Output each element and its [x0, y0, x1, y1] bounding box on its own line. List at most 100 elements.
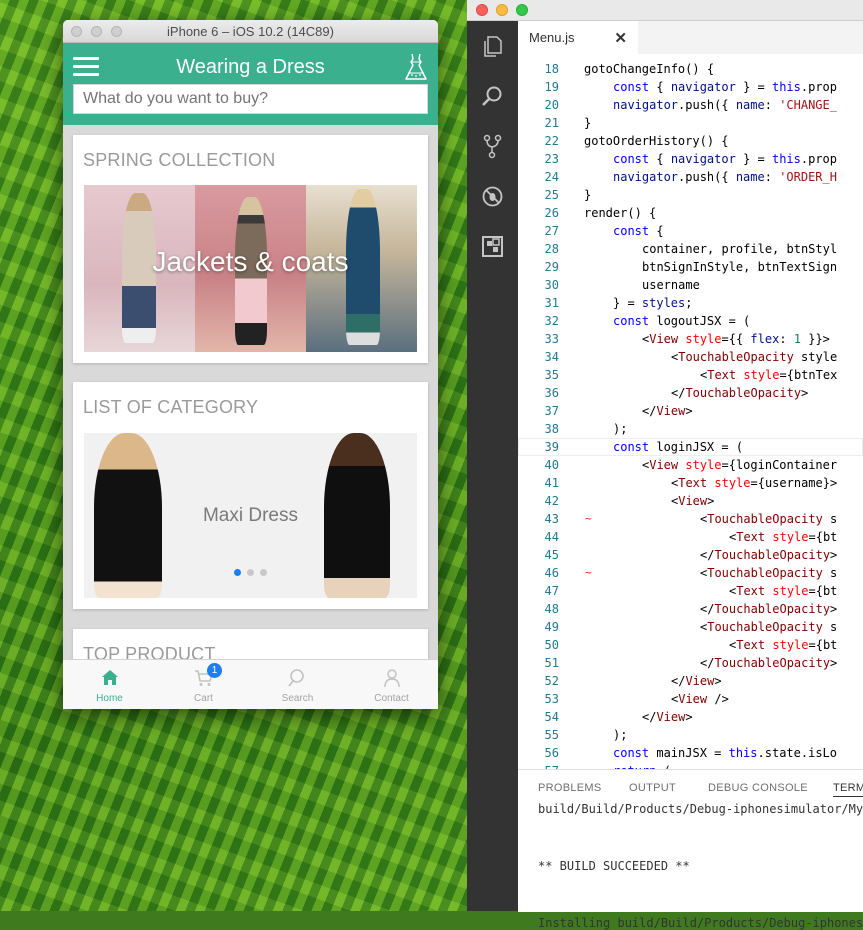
code-line[interactable]: 29 btnSignInStyle, btnTextSign: [518, 258, 863, 276]
code-line[interactable]: 52 </View>: [518, 672, 863, 690]
code-line[interactable]: 53 <View />: [518, 690, 863, 708]
line-number: 43: [544, 512, 559, 526]
spring-collection-banner[interactable]: Jackets & coats: [84, 185, 417, 352]
code-line[interactable]: 26 render() {: [518, 204, 863, 222]
simulator-titlebar: iPhone 6 – iOS 10.2 (14C89): [63, 20, 438, 43]
bottom-panel: PROBLEMS OUTPUT DEBUG CONSOLE TERM build…: [518, 769, 863, 930]
category-banner[interactable]: Maxi Dress: [84, 433, 417, 598]
code-line[interactable]: 45 </TouchableOpacity>: [518, 546, 863, 564]
minimize-window-button[interactable]: [496, 4, 508, 16]
tab-search[interactable]: Search: [251, 660, 344, 709]
code-line[interactable]: 24 navigator.push({ name: 'ORDER_H: [518, 168, 863, 186]
code-line[interactable]: 18 gotoChangeInfo() {: [518, 60, 863, 78]
code-line[interactable]: 39 const loginJSX = (: [518, 438, 863, 456]
code-line[interactable]: 20 navigator.push({ name: 'CHANGE_: [518, 96, 863, 114]
category-card[interactable]: LIST OF CATEGORY Maxi Dress: [73, 382, 428, 609]
code-line[interactable]: 34 <TouchableOpacity style: [518, 348, 863, 366]
editor-tabs: Menu.js ✕: [518, 21, 863, 54]
code-text: gotoOrderHistory() {: [584, 134, 729, 148]
search-input[interactable]: [73, 84, 428, 114]
code-text: <Text style={btnTex: [700, 368, 838, 382]
tab-contact[interactable]: Contact: [345, 660, 438, 709]
files-icon[interactable]: [480, 34, 505, 59]
panel-tab-debug-console[interactable]: DEBUG CONSOLE: [708, 782, 808, 794]
code-line[interactable]: 31} = styles;: [518, 294, 863, 312]
code-text: );: [613, 728, 628, 742]
code-line[interactable]: 37 </View>: [518, 402, 863, 420]
panel-tab-problems[interactable]: PROBLEMS: [538, 782, 602, 794]
editor-area: Menu.js ✕ 18 gotoChangeInfo() {19 const { …: [518, 21, 863, 930]
line-number: 41: [544, 476, 559, 490]
code-line[interactable]: 50 <Text style={bt: [518, 636, 863, 654]
code-line[interactable]: 54 </View>: [518, 708, 863, 726]
code-line[interactable]: 35 <Text style={btnTex: [518, 366, 863, 384]
close-window-button[interactable]: [476, 4, 488, 16]
carousel-dot[interactable]: [247, 569, 254, 576]
code-line[interactable]: 22 gotoOrderHistory() {: [518, 132, 863, 150]
line-number: 21: [544, 116, 559, 130]
code-line[interactable]: 38);: [518, 420, 863, 438]
code-text: const loginJSX = (: [613, 440, 744, 454]
code-line[interactable]: 21}: [518, 114, 863, 132]
tab-cart[interactable]: 1 Cart: [157, 660, 250, 709]
code-line[interactable]: 51 </TouchableOpacity>: [518, 654, 863, 672]
code-line[interactable]: 41 <Text style={username}>: [518, 474, 863, 492]
code-editor[interactable]: 18 gotoChangeInfo() {19 const { navigator …: [518, 60, 863, 770]
carousel-pagination: [84, 563, 417, 581]
code-line[interactable]: 49 <TouchableOpacity s: [518, 618, 863, 636]
line-number: 29: [544, 260, 559, 274]
debug-icon[interactable]: [480, 184, 505, 209]
panel-tab-terminal[interactable]: TERM: [833, 782, 863, 797]
panel-tab-output[interactable]: OUTPUT: [629, 782, 676, 794]
code-text: gotoChangeInfo() {: [584, 62, 715, 76]
app-screen: Wearing a Dress SPRING COLLECTION: [63, 43, 438, 709]
line-number: 30: [544, 278, 559, 292]
terminal-line: build/Build/Products/Debug-iphonesimulat…: [538, 802, 863, 816]
extensions-icon[interactable]: [480, 234, 505, 259]
spring-collection-card[interactable]: SPRING COLLECTION Jackets & coats: [73, 135, 428, 363]
close-icon[interactable]: ✕: [614, 29, 627, 47]
code-line[interactable]: 47 <Text style={bt: [518, 582, 863, 600]
code-line[interactable]: 19 const { navigator } = this.prop: [518, 78, 863, 96]
code-line[interactable]: 32 const logoutJSX = (: [518, 312, 863, 330]
code-line[interactable]: 44 <Text style={bt: [518, 528, 863, 546]
line-number: 55: [544, 728, 559, 742]
simulator-title: iPhone 6 – iOS 10.2 (14C89): [167, 24, 334, 39]
search-icon: [287, 669, 304, 687]
code-line[interactable]: 25}: [518, 186, 863, 204]
carousel-dot[interactable]: [234, 569, 241, 576]
code-line[interactable]: 30 username: [518, 276, 863, 294]
source-control-icon[interactable]: [480, 134, 505, 159]
line-number: 44: [544, 530, 559, 544]
code-line[interactable]: 27 const {: [518, 222, 863, 240]
search-icon[interactable]: [480, 84, 505, 109]
code-line[interactable]: 28 container, profile, btnStyl: [518, 240, 863, 258]
line-number: 47: [544, 584, 559, 598]
code-line[interactable]: 55);: [518, 726, 863, 744]
line-number: 31: [544, 296, 559, 310]
banner-caption: Jackets & coats: [152, 246, 349, 277]
tab-label: Contact: [374, 693, 409, 704]
dress-icon[interactable]: [403, 53, 429, 81]
code-text: <Text style={bt: [729, 530, 838, 544]
code-line[interactable]: 43 <TouchableOpacity s ~: [518, 510, 863, 528]
code-line[interactable]: 33 <View style={{ flex: 1 }}>: [518, 330, 863, 348]
code-line[interactable]: 42 <View>: [518, 492, 863, 510]
home-icon: [101, 670, 118, 685]
carousel-dot[interactable]: [260, 569, 267, 576]
code-line[interactable]: 23 const { navigator } = this.prop: [518, 150, 863, 168]
zoom-window-button[interactable]: [516, 4, 528, 16]
line-number: 23: [544, 152, 559, 166]
code-line[interactable]: 36 </TouchableOpacity>: [518, 384, 863, 402]
code-line[interactable]: 46 <TouchableOpacity s ~: [518, 564, 863, 582]
tab-menu-js[interactable]: Menu.js ✕: [518, 21, 639, 54]
tab-home[interactable]: Home: [63, 660, 156, 709]
code-text: const mainJSX = this.state.isLo: [613, 746, 837, 760]
code-line[interactable]: 56 const mainJSX = this.state.isLo: [518, 744, 863, 762]
code-line[interactable]: 40 <View style={loginContainer: [518, 456, 863, 474]
section-title: LIST OF CATEGORY: [83, 397, 259, 417]
code-line[interactable]: 48 </TouchableOpacity>: [518, 600, 863, 618]
code-text: username: [642, 278, 700, 292]
line-number: 24: [544, 170, 559, 184]
line-number: 35: [544, 368, 559, 382]
